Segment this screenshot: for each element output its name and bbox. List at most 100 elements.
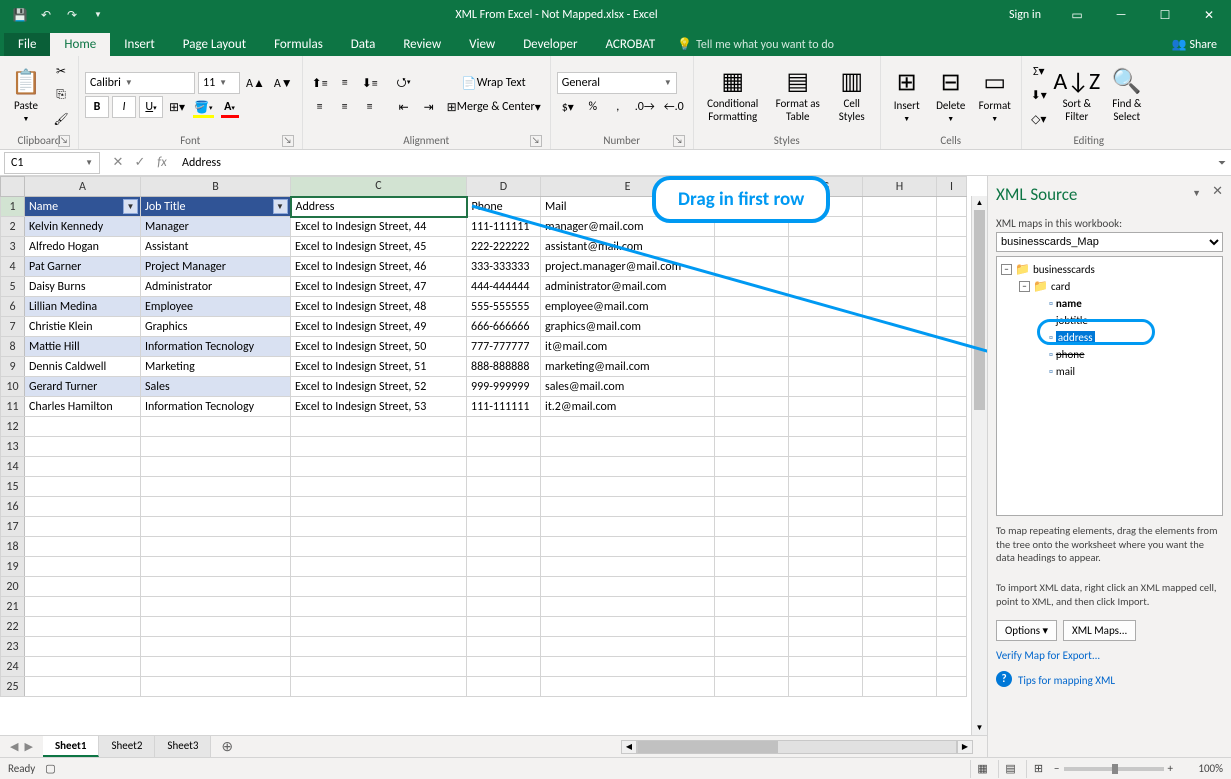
cell[interactable]: Assistant (141, 237, 291, 257)
dialog-launcher-icon[interactable]: ↘ (58, 135, 70, 147)
tab-insert[interactable]: Insert (110, 33, 169, 56)
cell[interactable]: Marketing (141, 357, 291, 377)
zoom-in-button[interactable]: + (1168, 762, 1173, 775)
cell[interactable] (467, 457, 541, 477)
row-header[interactable]: 22 (1, 617, 25, 637)
row-header[interactable]: 7 (1, 317, 25, 337)
cell[interactable] (789, 637, 863, 657)
tab-file[interactable]: File (4, 33, 50, 56)
cell[interactable] (863, 497, 937, 517)
cell[interactable]: Excel to Indesign Street, 47 (291, 277, 467, 297)
decrease-decimal-button[interactable]: ←.0 (661, 96, 687, 118)
cell[interactable]: Excel to Indesign Street, 45 (291, 237, 467, 257)
format-as-table-button[interactable]: ▤Format as Table (770, 67, 826, 122)
cell[interactable] (789, 417, 863, 437)
cell[interactable] (467, 557, 541, 577)
cell[interactable] (937, 657, 967, 677)
cell[interactable] (715, 577, 789, 597)
tree-leaf-name[interactable]: ▫name (1001, 295, 1218, 312)
name-box[interactable]: C1▼ (4, 152, 100, 174)
format-painter-button[interactable]: 🖌 (50, 108, 72, 130)
cell[interactable] (715, 677, 789, 697)
row-header[interactable]: 25 (1, 677, 25, 697)
cell[interactable] (937, 597, 967, 617)
tab-review[interactable]: Review (389, 33, 455, 56)
xml-maps-button[interactable]: XML Maps... (1063, 620, 1136, 641)
cell[interactable]: Address (291, 197, 467, 217)
paste-button[interactable]: 📋Paste▼ (6, 68, 46, 123)
copy-button[interactable]: ⎘ (50, 84, 72, 106)
cell[interactable] (141, 417, 291, 437)
row-header[interactable]: 11 (1, 397, 25, 417)
cell[interactable] (25, 497, 141, 517)
cell[interactable] (789, 497, 863, 517)
cell[interactable] (863, 337, 937, 357)
cell[interactable] (141, 497, 291, 517)
scroll-up-icon[interactable]: ▲ (972, 196, 987, 210)
cell[interactable] (863, 457, 937, 477)
cell[interactable] (141, 517, 291, 537)
cell[interactable]: Mattie Hill (25, 337, 141, 357)
collapse-icon[interactable]: − (1019, 281, 1030, 292)
row-header[interactable]: 13 (1, 437, 25, 457)
cell[interactable] (141, 537, 291, 557)
cell[interactable]: Excel to Indesign Street, 49 (291, 317, 467, 337)
cell[interactable]: Lillian Medina (25, 297, 141, 317)
tree-node-root[interactable]: −📁businesscards (1001, 261, 1218, 278)
cell[interactable] (25, 677, 141, 697)
percent-format-button[interactable]: % (582, 96, 604, 118)
decrease-font-button[interactable]: A▼ (271, 72, 296, 94)
filter-icon[interactable]: ▼ (123, 199, 138, 214)
add-sheet-button[interactable]: ⊕ (211, 738, 243, 755)
cell[interactable] (467, 577, 541, 597)
macro-record-icon[interactable]: ▢ (45, 762, 55, 775)
cell[interactable] (715, 497, 789, 517)
cell[interactable]: Job Title▼ (141, 197, 291, 217)
cell[interactable]: Excel to Indesign Street, 50 (291, 337, 467, 357)
fill-color-button[interactable]: 🪣▾ (191, 96, 215, 118)
tips-link[interactable]: ?Tips for mapping XML (996, 670, 1223, 687)
increase-decimal-button[interactable]: .0→ (632, 96, 658, 118)
cell[interactable] (291, 417, 467, 437)
row-header[interactable]: 3 (1, 237, 25, 257)
cell[interactable]: Sales (141, 377, 291, 397)
cell[interactable] (25, 637, 141, 657)
underline-button[interactable]: U▾ (139, 96, 163, 118)
cell[interactable] (789, 577, 863, 597)
cell[interactable] (141, 677, 291, 697)
cell[interactable]: Excel to Indesign Street, 44 (291, 217, 467, 237)
cell[interactable] (141, 477, 291, 497)
cell[interactable]: it.2@mail.com (541, 397, 715, 417)
cell[interactable] (291, 577, 467, 597)
cell[interactable] (937, 337, 967, 357)
cell[interactable] (789, 277, 863, 297)
cell[interactable] (291, 477, 467, 497)
cell[interactable] (541, 637, 715, 657)
tab-acrobat[interactable]: ACROBAT (591, 33, 669, 56)
page-layout-view-button[interactable]: ▤ (998, 760, 1022, 778)
row-header[interactable]: 15 (1, 477, 25, 497)
cell[interactable] (789, 377, 863, 397)
scroll-thumb[interactable] (638, 741, 778, 753)
col-header[interactable]: A (25, 177, 141, 197)
tab-data[interactable]: Data (337, 33, 390, 56)
format-button[interactable]: ▭Format▼ (975, 68, 1015, 123)
maximize-icon[interactable]: ☐ (1143, 0, 1187, 30)
cell[interactable] (789, 677, 863, 697)
cell[interactable] (863, 517, 937, 537)
cell[interactable] (467, 437, 541, 457)
cell[interactable] (789, 237, 863, 257)
cell[interactable] (141, 577, 291, 597)
minimize-icon[interactable]: — (1099, 0, 1143, 30)
cell[interactable]: Gerard Turner (25, 377, 141, 397)
cell[interactable] (863, 437, 937, 457)
cell[interactable]: Excel to Indesign Street, 48 (291, 297, 467, 317)
cell[interactable] (541, 657, 715, 677)
merge-center-button[interactable]: ⊞ Merge & Center ▾ (444, 96, 544, 118)
cell[interactable] (937, 217, 967, 237)
cell[interactable]: marketing@mail.com (541, 357, 715, 377)
cell[interactable] (937, 577, 967, 597)
cell[interactable] (25, 517, 141, 537)
fx-icon[interactable]: fx (152, 153, 172, 173)
dialog-launcher-icon[interactable]: ↘ (530, 135, 542, 147)
